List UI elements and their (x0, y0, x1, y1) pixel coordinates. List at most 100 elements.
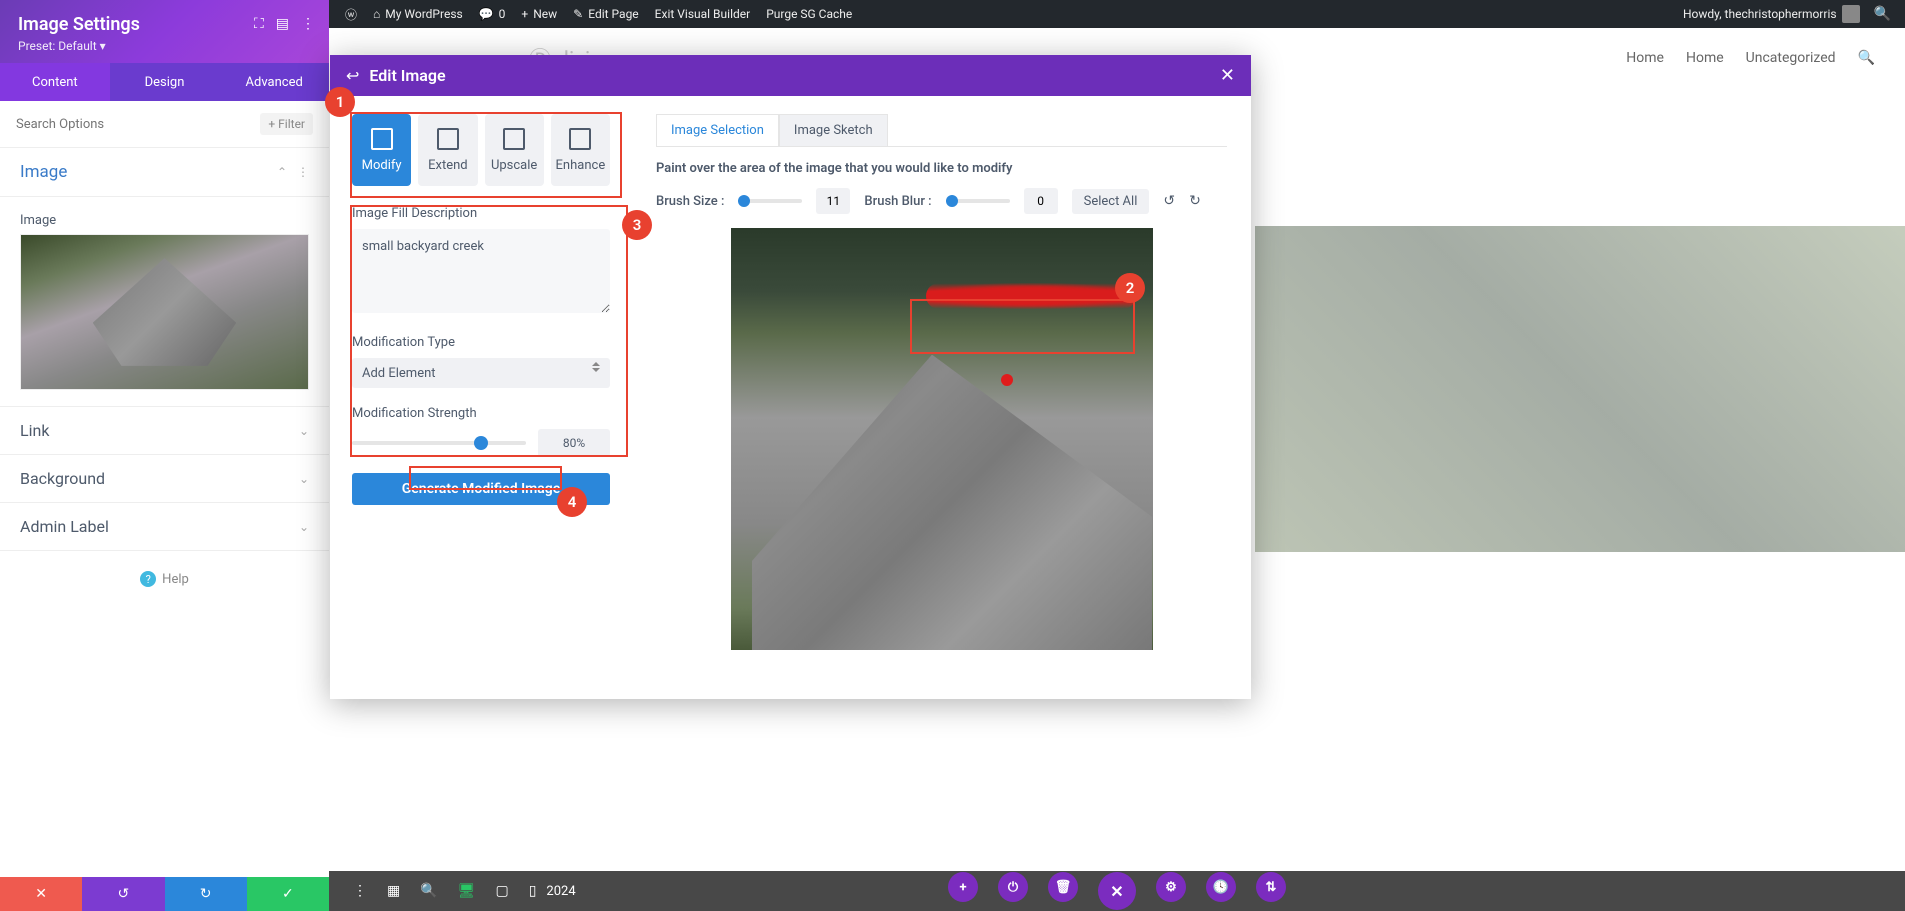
bb-zoom-icon[interactable]: 🔍 (410, 883, 447, 899)
mode-enhance[interactable]: Enhance (551, 114, 610, 186)
badge-1: 1 (325, 87, 355, 117)
wp-exit-vb[interactable]: Exit Visual Builder (647, 7, 759, 21)
brush-size-slider[interactable] (738, 199, 802, 203)
bb-close-button[interactable]: ✕ (1098, 872, 1136, 910)
mod-strength-label: Modification Strength (352, 406, 610, 421)
menu-icon[interactable]: ⋮ (301, 16, 315, 32)
modal-header: ↩ Edit Image ✕ (330, 55, 1251, 96)
modal-title: Edit Image (369, 66, 445, 85)
wp-site[interactable]: ⌂ My WordPress (365, 7, 471, 21)
wp-site-label: My WordPress (385, 7, 462, 21)
paint-stroke (926, 283, 1136, 309)
nav-home-1[interactable]: Home (1626, 50, 1664, 66)
modify-icon (371, 128, 393, 150)
image-settings-sidebar: Image Settings Preset: Default ▾ ⛶ ▤ ⋮ C… (0, 0, 329, 911)
bb-desktop-icon[interactable]: 🖥 (448, 883, 486, 899)
bb-add-button[interactable]: + (948, 872, 978, 902)
sidebar-tabs: Content Design Advanced (0, 63, 329, 101)
wp-search-icon[interactable]: 🔍 (1868, 6, 1897, 22)
wp-comments[interactable]: 💬 0 (471, 7, 514, 21)
avatar (1842, 5, 1860, 23)
mod-type-select[interactable]: Add Element (352, 358, 610, 388)
mode-extend[interactable]: Extend (418, 114, 477, 186)
chevron-up-icon: ⌃ (277, 165, 287, 179)
bb-power-button[interactable]: ⏻ (998, 872, 1028, 902)
bb-settings-button[interactable]: ⚙ (1156, 872, 1186, 902)
hint-text: Paint over the area of the image that yo… (656, 161, 1227, 176)
section-admin-label[interactable]: Admin Label ⌄ (0, 503, 329, 551)
tab-content[interactable]: Content (0, 63, 110, 101)
save-button[interactable]: ✓ (247, 877, 329, 911)
wp-comments-count: 0 (499, 7, 506, 21)
bb-sort-button[interactable]: ⇅ (1256, 872, 1286, 902)
brush-size-label: Brush Size : (656, 194, 724, 209)
right-tabs: Image Selection Image Sketch (656, 114, 1227, 147)
brush-blur-slider[interactable] (946, 199, 1010, 203)
help-row[interactable]: ? Help (0, 551, 329, 607)
modal-right-panel: Image Selection Image Sketch Paint over … (632, 96, 1251, 699)
help-icon: ? (140, 571, 156, 587)
paint-canvas[interactable] (731, 228, 1153, 650)
bottom-toolbar: ⋮ ▦ 🔍 🖥 ▢ ▯ 2024 + ⏻ 🗑 ✕ ⚙ 🕓 ⇅ (329, 871, 1905, 911)
preset-dropdown[interactable]: Preset: Default ▾ (18, 39, 311, 53)
bb-trash-button[interactable]: 🗑 (1048, 872, 1078, 902)
close-icon[interactable]: ✕ (1220, 65, 1235, 86)
bb-year: 2024 (546, 884, 575, 899)
badge-3: 3 (622, 210, 652, 240)
edit-image-modal: ↩ Edit Image ✕ Modify Extend Upscale Enh… (330, 55, 1251, 699)
bb-menu-icon[interactable]: ⋮ (343, 883, 377, 899)
extend-icon (437, 128, 459, 150)
panel-icon[interactable]: ▤ (276, 16, 289, 32)
nav-home-2[interactable]: Home (1686, 50, 1724, 66)
badge-4: 4 (557, 487, 587, 517)
nav-uncategorized[interactable]: Uncategorized (1746, 50, 1836, 66)
search-input[interactable] (16, 117, 260, 132)
filter-button[interactable]: + Filter (260, 113, 313, 135)
undo-icon[interactable]: ↺ (1163, 193, 1175, 209)
mod-strength-slider[interactable] (352, 441, 526, 445)
bb-history-button[interactable]: 🕓 (1206, 872, 1236, 902)
tab-image-selection[interactable]: Image Selection (656, 114, 779, 146)
badge-2: 2 (1115, 273, 1145, 303)
wp-new[interactable]: + New (513, 7, 565, 21)
back-icon[interactable]: ↩ (346, 66, 359, 85)
wp-purge[interactable]: Purge SG Cache (758, 7, 860, 21)
bg-image (1255, 226, 1905, 552)
bb-mobile-icon[interactable]: ▯ (519, 883, 547, 899)
cancel-button[interactable]: ✕ (0, 877, 82, 911)
section-link[interactable]: Link ⌄ (0, 407, 329, 455)
brush-size-value: 11 (816, 188, 850, 214)
wp-howdy[interactable]: Howdy, thechristophermorris (1675, 5, 1868, 23)
mod-strength-value: 80% (538, 429, 610, 457)
mode-upscale[interactable]: Upscale (485, 114, 544, 186)
tab-design[interactable]: Design (110, 63, 220, 101)
redo-icon[interactable]: ↻ (1189, 193, 1201, 209)
bb-tablet-icon[interactable]: ▢ (485, 883, 518, 899)
nav-search-icon[interactable]: 🔍 (1858, 50, 1875, 66)
section-image-header[interactable]: Image ⌃⋮ (0, 148, 329, 197)
wp-admin-bar: ⓦ ⌂ My WordPress 💬 0 + New ✎ Edit Page E… (329, 0, 1905, 28)
sidebar-header: Image Settings Preset: Default ▾ ⛶ ▤ ⋮ (0, 0, 329, 63)
select-all-button[interactable]: Select All (1072, 189, 1150, 214)
tab-advanced[interactable]: Advanced (219, 63, 329, 101)
wp-edit-page[interactable]: ✎ Edit Page (565, 7, 647, 21)
section-background[interactable]: Background ⌄ (0, 455, 329, 503)
brush-blur-value: 0 (1024, 188, 1058, 214)
undo-button[interactable]: ↺ (82, 877, 164, 911)
enhance-icon (569, 128, 591, 150)
redo-button[interactable]: ↻ (165, 877, 247, 911)
image-thumbnail[interactable] (20, 234, 309, 390)
fill-desc-label: Image Fill Description (352, 206, 610, 221)
bb-grid-icon[interactable]: ▦ (377, 883, 410, 899)
tab-image-sketch[interactable]: Image Sketch (779, 114, 888, 146)
fill-desc-input[interactable] (352, 229, 610, 313)
wp-logo[interactable]: ⓦ (337, 6, 365, 23)
upscale-icon (503, 128, 525, 150)
mod-type-label: Modification Type (352, 335, 610, 350)
mode-modify[interactable]: Modify (352, 114, 411, 186)
wp-edit-label: Edit Page (588, 7, 638, 21)
section-menu-icon[interactable]: ⋮ (297, 165, 309, 179)
focus-icon[interactable]: ⛶ (254, 16, 264, 32)
brush-cursor (1001, 374, 1013, 386)
brush-blur-label: Brush Blur : (864, 194, 931, 209)
